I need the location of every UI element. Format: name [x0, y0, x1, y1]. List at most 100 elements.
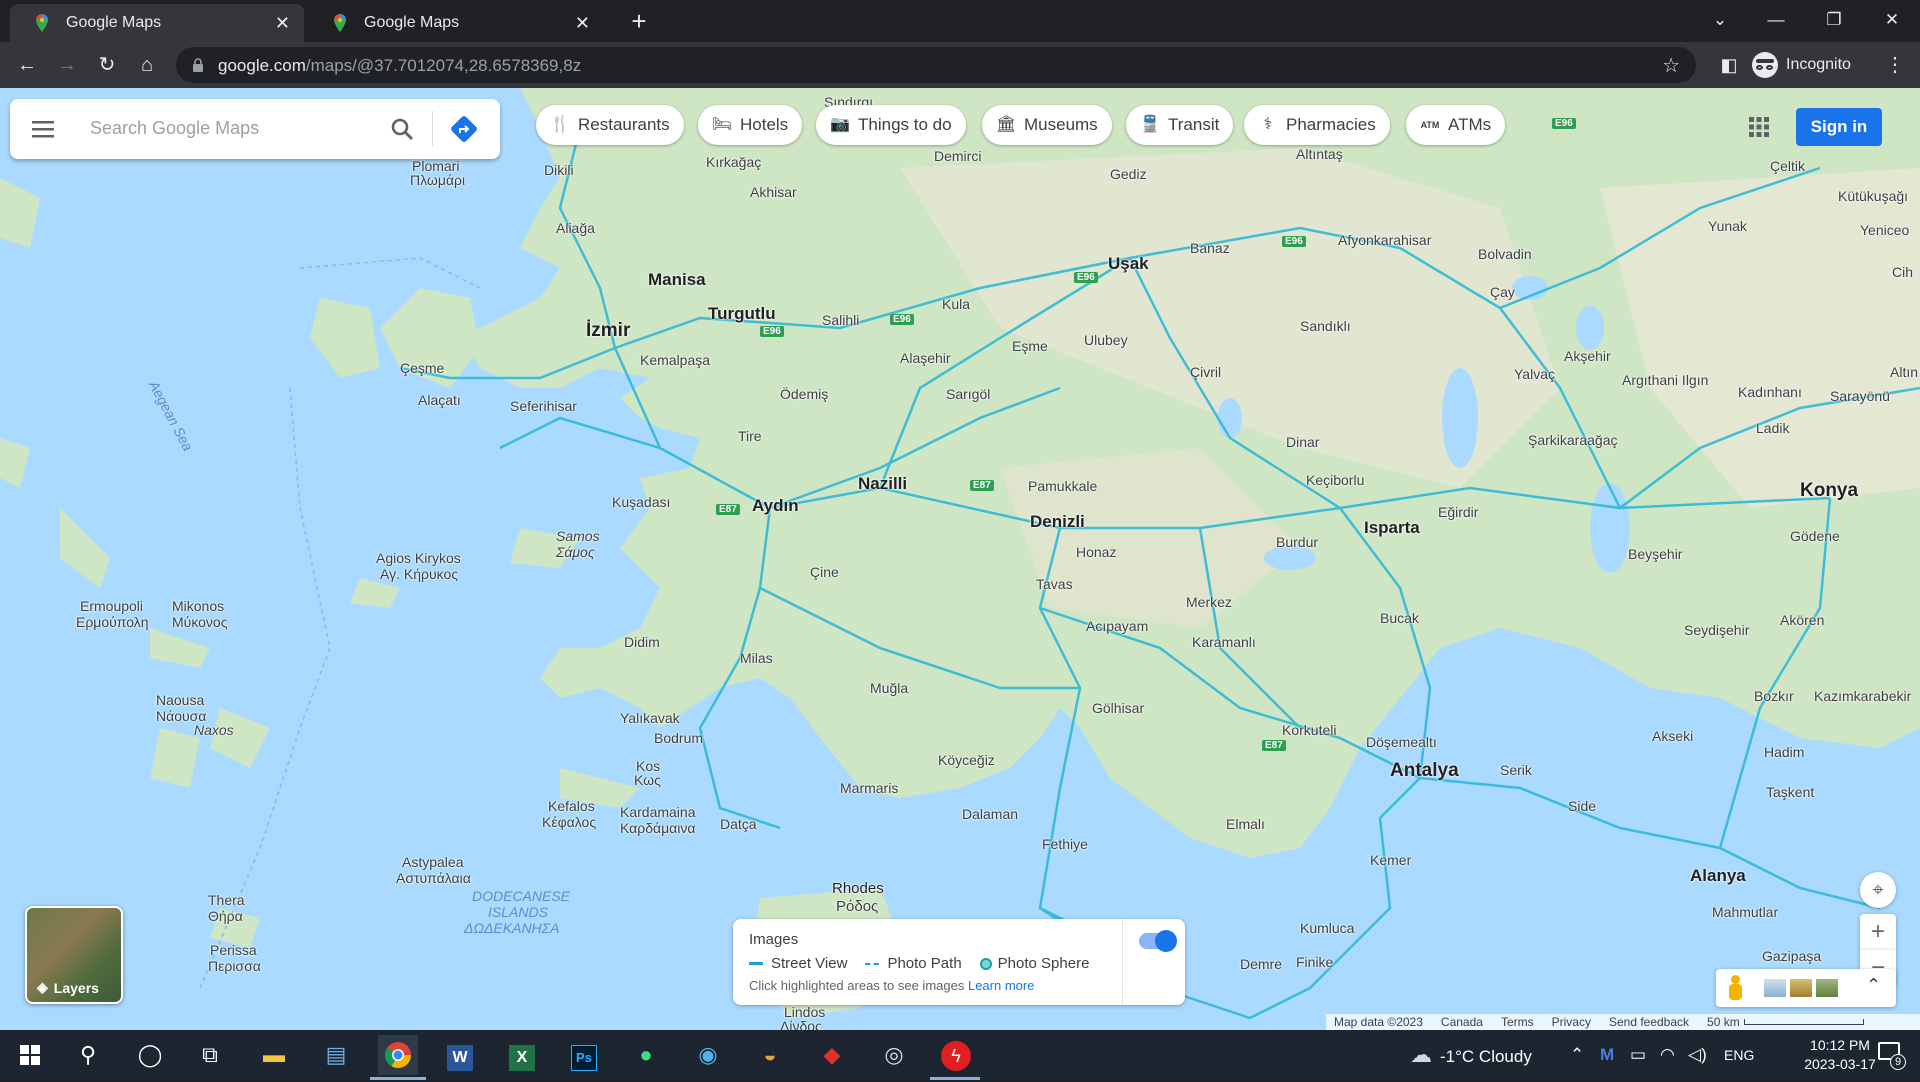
city-label[interactable]: Seydişehir — [1684, 622, 1749, 638]
city-label[interactable]: Nazilli — [858, 474, 907, 494]
city-label[interactable]: Sarayönü — [1830, 388, 1890, 404]
close-tab-icon[interactable]: ✕ — [275, 13, 290, 34]
city-label[interactable]: Karamanlı — [1192, 634, 1256, 650]
city-label[interactable]: Eğirdir — [1438, 504, 1478, 520]
tab-search-chevron-icon[interactable]: ⌄ — [1692, 0, 1748, 40]
city-label[interactable]: Naousa — [156, 692, 204, 708]
home-icon[interactable]: ⌂ — [132, 50, 162, 80]
city-label[interactable]: Bozkır — [1754, 688, 1794, 704]
city-label[interactable]: Akhisar — [750, 184, 797, 200]
city-label[interactable]: Seferihisar — [510, 398, 577, 414]
music-app-icon[interactable]: ◉ — [688, 1035, 728, 1075]
city-label[interactable]: Taşkent — [1766, 784, 1814, 800]
city-label[interactable]: Serik — [1500, 762, 1532, 778]
city-label[interactable]: Καρδάμαινα — [620, 820, 695, 836]
search-icon[interactable] — [388, 115, 416, 143]
city-label[interactable]: Tavas — [1036, 576, 1073, 592]
city-label[interactable]: Isparta — [1364, 518, 1420, 538]
city-label[interactable]: Alaşehir — [900, 350, 951, 366]
city-label[interactable]: Agios Kirykos — [376, 550, 461, 566]
volume-icon[interactable]: ◁) — [1688, 1030, 1707, 1080]
city-label[interactable]: Pamukkale — [1028, 478, 1097, 494]
chrome-icon[interactable] — [378, 1035, 418, 1075]
city-label[interactable]: Hadim — [1764, 744, 1804, 760]
zoom-in-button[interactable]: + — [1860, 914, 1896, 950]
city-label[interactable]: Kadınhanı — [1738, 384, 1802, 400]
city-label[interactable]: Θήρα — [208, 908, 243, 924]
city-label[interactable]: Kula — [942, 296, 970, 312]
city-label[interactable]: Alanya — [1690, 866, 1746, 886]
city-label[interactable]: Kemalpaşa — [640, 352, 710, 368]
my-location-button[interactable]: ⌖ — [1860, 872, 1896, 908]
city-label[interactable]: Kefalos — [548, 798, 595, 814]
city-label[interactable]: Kütükuşağı — [1838, 188, 1908, 204]
privacy-link[interactable]: Privacy — [1552, 1015, 1591, 1029]
address-bar[interactable]: google.com/maps/@37.7012074,28.6578369,8… — [176, 47, 1696, 83]
forward-arrow-icon[interactable]: → — [52, 50, 82, 80]
city-label[interactable]: Uşak — [1108, 254, 1149, 274]
new-tab-button[interactable]: + — [624, 6, 654, 36]
city-label[interactable]: Yalvaç — [1514, 366, 1555, 382]
weather-widget[interactable]: ☁ -1°C Cloudy — [1410, 1030, 1532, 1080]
city-label[interactable]: Turgutlu — [708, 304, 776, 324]
scale-bar[interactable]: 50 km — [1707, 1015, 1864, 1029]
task-view-icon[interactable]: ⧉ — [190, 1035, 230, 1075]
excel-icon[interactable]: X — [502, 1035, 542, 1075]
city-label[interactable]: Yalıkavak — [620, 710, 680, 726]
close-tab-icon[interactable]: ✕ — [575, 13, 590, 34]
city-label[interactable]: Demirci — [934, 148, 981, 164]
city-label[interactable]: Manisa — [648, 270, 706, 290]
city-label[interactable]: Tire — [738, 428, 762, 444]
city-label[interactable]: Ερμούπολη — [76, 614, 149, 630]
city-label[interactable]: Astypalea — [402, 854, 463, 870]
city-label[interactable]: Burdur — [1276, 534, 1318, 550]
city-label[interactable]: Ermoupoli — [80, 598, 143, 614]
tab-google-maps-1[interactable]: Google Maps ✕ — [10, 4, 304, 42]
pegman-icon[interactable] — [1728, 975, 1742, 1001]
city-label[interactable]: Κέφαλος — [542, 814, 596, 830]
city-label[interactable]: Datça — [720, 816, 757, 832]
thumbnail-image[interactable] — [1764, 979, 1786, 997]
city-label[interactable]: Beyşehir — [1628, 546, 1682, 562]
city-label[interactable]: Mikonos — [172, 598, 224, 614]
app-icon[interactable]: ◆ — [812, 1035, 852, 1075]
media-player-icon[interactable]: ◎ — [874, 1035, 914, 1075]
city-label[interactable]: Antalya — [1390, 760, 1459, 782]
reload-icon[interactable]: ↻ — [92, 50, 122, 80]
city-label[interactable]: Thera — [208, 892, 245, 908]
city-label[interactable]: Şarkikaraağaç — [1528, 432, 1618, 448]
city-label[interactable]: Ulubey — [1084, 332, 1128, 348]
wifi-icon[interactable]: ◠ — [1660, 1030, 1675, 1080]
city-label[interactable]: Κως — [634, 772, 661, 788]
city-label[interactable]: Cih — [1892, 264, 1913, 280]
city-label[interactable]: Sarıgöl — [946, 386, 990, 402]
language-indicator[interactable]: ENG — [1724, 1030, 1754, 1080]
city-label[interactable]: Akören — [1780, 612, 1824, 628]
city-label[interactable]: Kardamaina — [620, 804, 696, 820]
city-label[interactable]: Akşehir — [1564, 348, 1611, 364]
city-label[interactable]: Altın — [1890, 364, 1918, 380]
city-label[interactable]: Gazipaşa — [1762, 948, 1821, 964]
thumbnail-image[interactable] — [1816, 979, 1838, 997]
city-label[interactable]: Aliağa — [556, 220, 595, 236]
map-canvas[interactable]: İzmir Manisa Turgutlu Kemalpaşa Çeşme Al… — [0, 88, 1920, 1030]
city-label[interactable]: Afyonkarahisar — [1338, 232, 1431, 248]
word-icon[interactable]: W — [440, 1035, 480, 1075]
learn-more-link[interactable]: Learn more — [968, 978, 1034, 993]
clock[interactable]: 10:12 PM 2023-03-17 — [1790, 1036, 1890, 1074]
search-icon[interactable]: ⚲ — [68, 1035, 108, 1075]
minimize-icon[interactable]: — — [1748, 0, 1804, 40]
city-label[interactable]: Eşme — [1012, 338, 1048, 354]
chip-atms[interactable]: ATM ATMs — [1406, 105, 1506, 145]
chip-restaurants[interactable]: 🍴 Restaurants — [536, 105, 684, 145]
city-label[interactable]: Fethiye — [1042, 836, 1088, 852]
city-label[interactable]: Akseki — [1652, 728, 1693, 744]
country-link[interactable]: Canada — [1441, 1015, 1483, 1029]
chip-museums[interactable]: 🏛 Museums — [982, 105, 1112, 145]
city-label[interactable]: Argıthani Ilgın — [1622, 372, 1708, 388]
file-explorer-icon[interactable]: ▬ — [254, 1035, 294, 1075]
app-icon[interactable]: ϟ — [936, 1035, 976, 1075]
send-feedback-link[interactable]: Send feedback — [1609, 1015, 1689, 1029]
city-label[interactable]: Kumluca — [1300, 920, 1354, 936]
city-label[interactable]: Περισσα — [208, 958, 261, 974]
